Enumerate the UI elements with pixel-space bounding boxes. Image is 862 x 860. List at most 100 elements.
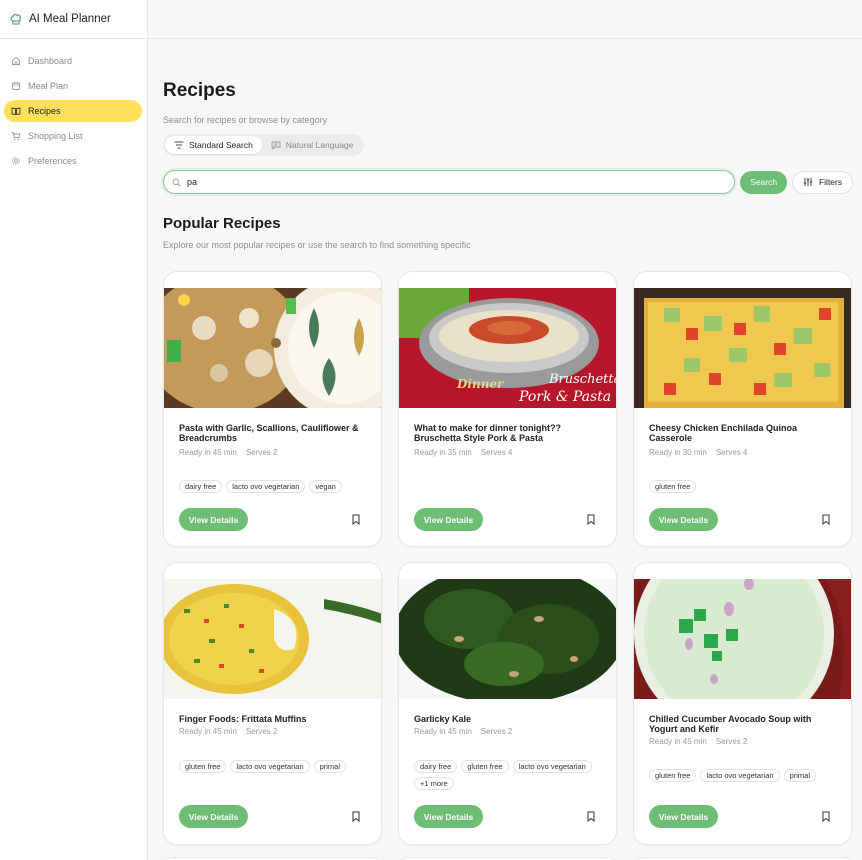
recipe-serves: Serves 2 <box>480 727 513 736</box>
bookmark-icon[interactable] <box>821 811 831 822</box>
sidebar-item-label: Shopping List <box>28 131 83 141</box>
sidebar-item-label: Dashboard <box>28 56 73 66</box>
home-icon <box>11 56 21 66</box>
recipe-title: Pasta with Garlic, Scallions, Cauliflowe… <box>179 423 359 443</box>
natural-language-tab[interactable]: Natural Language <box>262 136 363 154</box>
sidebar-item-shopping-list[interactable]: Shopping List <box>4 125 142 147</box>
recipe-time: Ready in 35 min <box>414 448 472 457</box>
recipe-image-casserole <box>634 288 851 408</box>
recipe-card[interactable]: Cheesy Chicken Enchilada Quinoa Casserol… <box>633 271 852 547</box>
image-caption: Dinner <box>456 377 505 391</box>
recipe-time: Ready in 45 min <box>649 737 707 746</box>
search-row: Search Filters <box>163 170 853 194</box>
recipe-time: Ready in 45 min <box>414 727 472 736</box>
recipe-meta: Ready in 45 min Serves 2 <box>649 737 747 746</box>
sidebar-nav: Dashboard Meal Plan Recipes Shopping Lis… <box>0 39 147 172</box>
view-details-button[interactable]: View Details <box>649 805 718 828</box>
sidebar-item-dashboard[interactable]: Dashboard <box>4 50 142 72</box>
bookmark-icon[interactable] <box>586 811 596 822</box>
page-title: Recipes <box>163 80 236 101</box>
diet-tag: primal <box>313 760 347 773</box>
sidebar-item-label: Recipes <box>28 106 61 116</box>
recipe-time: Ready in 30 min <box>649 448 707 457</box>
diet-tag: dairy free <box>179 480 223 493</box>
recipe-card[interactable]: Chilled Cucumber Avocado Soup with Yogur… <box>633 562 852 845</box>
chat-icon <box>271 141 281 150</box>
bookmark-icon[interactable] <box>586 514 596 525</box>
recipe-meta: Ready in 45 min Serves 2 <box>179 448 277 457</box>
diet-tag: lacto ovo vegetarian <box>226 480 306 493</box>
recipe-title: What to make for dinner tonight?? Brusch… <box>414 423 561 443</box>
recipe-time: Ready in 45 min <box>179 448 237 457</box>
recipe-card[interactable]: Garlicky Kale Ready in 45 min Serves 2 da… <box>398 562 617 845</box>
standard-search-tab[interactable]: Standard Search <box>165 136 262 154</box>
natural-language-label: Natural Language <box>285 140 354 150</box>
search-mode-toggle: Standard Search Natural Language <box>163 134 365 156</box>
recipe-serves: Serves 2 <box>715 737 748 746</box>
image-caption: Bruschetta Style <box>548 372 617 387</box>
bookmark-icon[interactable] <box>821 514 831 525</box>
view-details-button[interactable]: View Details <box>414 508 483 531</box>
sidebar-item-label: Preferences <box>28 156 77 166</box>
view-details-button[interactable]: View Details <box>414 805 483 828</box>
filters-label: Filters <box>818 177 843 187</box>
sidebar-item-label: Meal Plan <box>28 81 69 91</box>
recipe-serves: Serves 4 <box>715 448 748 457</box>
sidebar-item-meal-plan[interactable]: Meal Plan <box>4 75 142 97</box>
recipe-card[interactable]: Pasta with Garlic, Scallions, Cauliflowe… <box>163 271 382 547</box>
recipe-title: Cheesy Chicken Enchilada Quinoa Casserol… <box>649 423 798 443</box>
view-details-button[interactable]: View Details <box>649 508 718 531</box>
diet-tag: vegan <box>309 480 342 493</box>
search-button[interactable]: Search <box>740 170 788 194</box>
search-icon <box>172 178 181 187</box>
diet-tag: lacto ovo vegetarian <box>512 760 592 773</box>
recipe-meta: Ready in 30 min Serves 4 <box>649 448 747 457</box>
recipe-tags: gluten free lacto ovo vegetarian primal <box>179 760 374 773</box>
recipe-meta: Ready in 45 min Serves 2 <box>179 727 277 736</box>
recipe-image-frittata <box>164 579 381 699</box>
diet-tag: gluten free <box>179 760 227 773</box>
diet-tag: gluten free <box>649 769 697 782</box>
recipe-tags: dairy free lacto ovo vegetarian vegan <box>179 480 374 493</box>
diet-tag: dairy free <box>414 760 458 773</box>
recipe-serves: Serves 2 <box>245 448 278 457</box>
filters-button[interactable]: Filters <box>792 170 853 194</box>
page-subtitle: Search for recipes or browse by category <box>163 115 328 125</box>
app-title: AI Meal Planner <box>29 13 111 25</box>
recipe-serves: Serves 2 <box>245 727 278 736</box>
recipe-card[interactable]: Finger Foods: Frittata Muffins Ready in … <box>163 562 382 845</box>
filter-lines-icon <box>174 141 184 149</box>
recipe-time: Ready in 45 min <box>179 727 237 736</box>
diet-tag: lacto ovo vegetarian <box>700 769 780 782</box>
gear-icon <box>11 156 21 166</box>
book-icon <box>11 106 21 116</box>
calendar-icon <box>11 81 21 91</box>
diet-tag: lacto ovo vegetarian <box>230 760 310 773</box>
recipe-tags: gluten free lacto ovo vegetarian primal <box>649 769 844 782</box>
recipe-image-pasta <box>164 288 381 408</box>
more-tags-badge[interactable]: +1 more <box>414 777 454 790</box>
search-field[interactable] <box>163 170 736 194</box>
recipe-meta: Ready in 45 min Serves 2 <box>414 727 512 736</box>
top-bar <box>148 0 862 39</box>
recipe-image-kale <box>399 579 616 699</box>
sliders-icon <box>803 178 813 186</box>
bookmark-icon[interactable] <box>351 811 361 822</box>
bookmark-icon[interactable] <box>351 514 361 525</box>
brand: AI Meal Planner <box>0 0 147 39</box>
diet-tag: gluten free <box>461 760 509 773</box>
view-details-button[interactable]: View Details <box>179 805 248 828</box>
diet-tag: primal <box>783 769 817 782</box>
sidebar-item-recipes[interactable]: Recipes <box>4 100 142 122</box>
main-content: Recipes Search for recipes or browse by … <box>163 80 853 860</box>
recipe-meta: Ready in 35 min Serves 4 <box>414 448 512 457</box>
sidebar-item-preferences[interactable]: Preferences <box>4 150 142 172</box>
cart-icon <box>11 131 21 141</box>
recipe-card[interactable]: Bruschetta Style Pork & Pasta Dinner Wha… <box>398 271 617 547</box>
recipe-title: Finger Foods: Frittata Muffins <box>179 714 307 724</box>
view-details-button[interactable]: View Details <box>179 508 248 531</box>
search-input[interactable] <box>187 177 707 187</box>
sidebar: AI Meal Planner Dashboard Meal Plan Reci… <box>0 0 148 860</box>
popular-recipes-title: Popular Recipes <box>163 215 281 232</box>
recipe-tags: dairy free gluten free lacto ovo vegetar… <box>414 760 609 790</box>
